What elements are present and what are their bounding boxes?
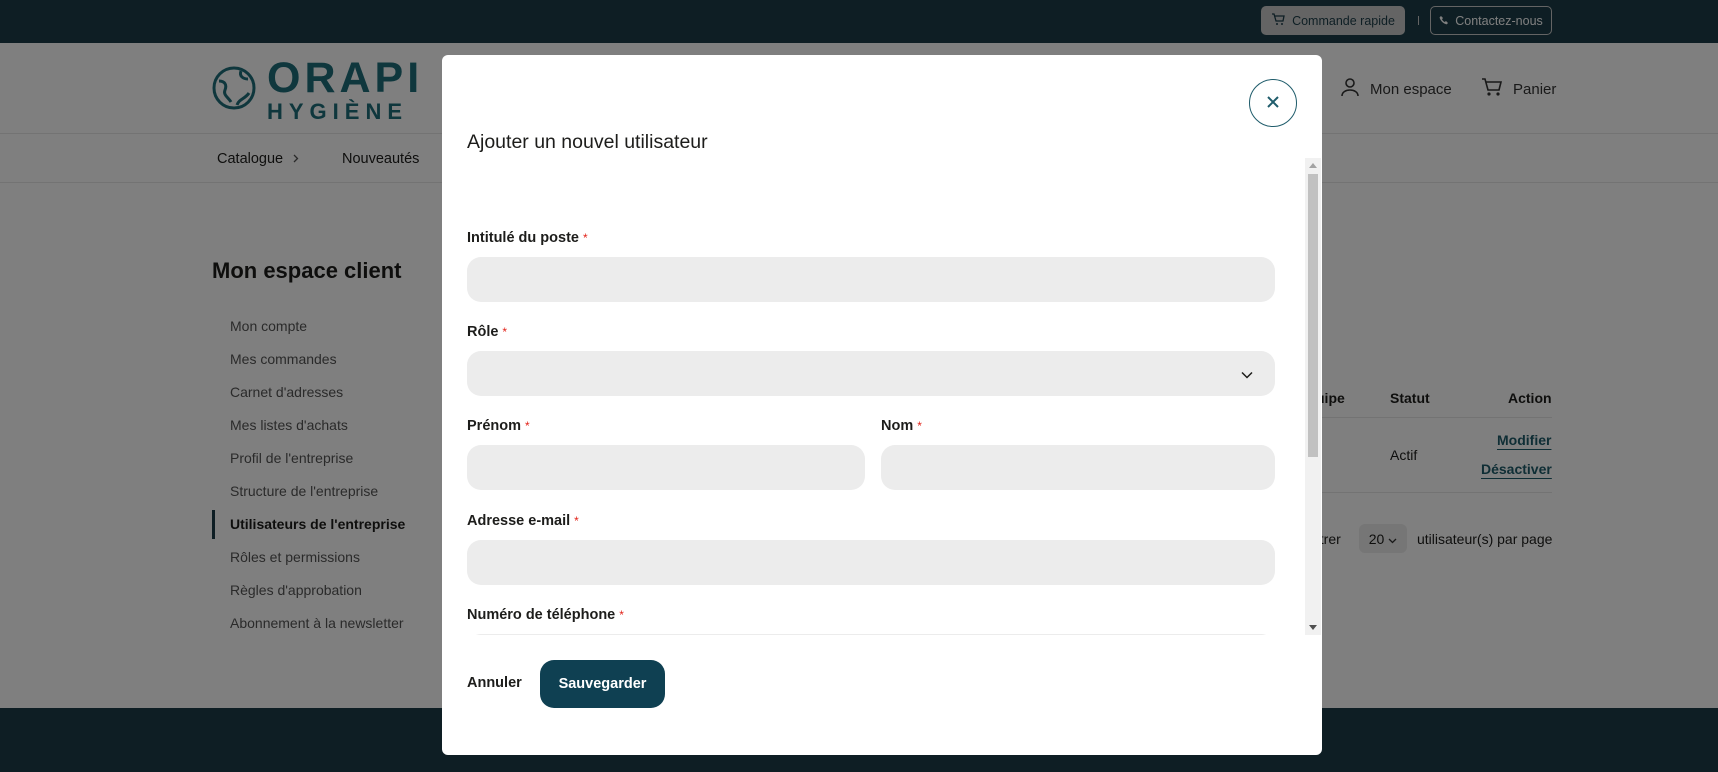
last-name-label: Nom * (881, 418, 922, 434)
form-scrollbar[interactable] (1305, 158, 1321, 635)
role-label: Rôle * (467, 324, 507, 340)
email-label: Adresse e-mail * (467, 513, 579, 529)
job-title-label-text: Intitulé du poste (467, 230, 579, 246)
close-modal-button[interactable] (1249, 79, 1297, 127)
phone-label: Numéro de téléphone * (467, 607, 624, 623)
required-marker: * (525, 419, 530, 433)
email-field[interactable] (467, 540, 1275, 585)
role-select[interactable] (467, 351, 1275, 396)
modal-title: Ajouter un nouvel utilisateur (467, 131, 708, 153)
cancel-button[interactable]: Annuler (467, 675, 522, 691)
email-label-text: Adresse e-mail (467, 513, 571, 529)
required-marker: * (574, 514, 579, 528)
required-marker: * (917, 419, 922, 433)
phone-label-text: Numéro de téléphone (467, 607, 616, 623)
save-button[interactable]: Sauvegarder (540, 660, 665, 708)
role-label-text: Rôle (467, 324, 499, 340)
last-name-input[interactable] (881, 445, 1275, 490)
add-user-form: Intitulé du poste * Rôle * Prénom * Nom * Ad… (467, 158, 1275, 635)
required-marker: * (582, 231, 588, 245)
first-name-label: Prénom * (467, 418, 530, 434)
scroll-down-arrow-icon[interactable] (1309, 625, 1317, 630)
scrollbar-thumb[interactable] (1308, 174, 1318, 457)
add-user-modal: Ajouter un nouvel utilisateur Intitulé d… (442, 55, 1322, 755)
chevron-down-icon (1241, 366, 1253, 382)
close-icon (1266, 95, 1280, 112)
required-marker: * (502, 325, 508, 339)
required-marker: * (619, 608, 624, 622)
first-name-input[interactable] (467, 445, 865, 490)
job-title-input[interactable] (467, 257, 1275, 302)
phone-input[interactable] (467, 634, 1275, 635)
scroll-up-arrow-icon[interactable] (1309, 163, 1317, 168)
job-title-label: Intitulé du poste * (467, 230, 588, 246)
first-name-label-text: Prénom (467, 418, 521, 434)
last-name-label-text: Nom (881, 418, 914, 434)
